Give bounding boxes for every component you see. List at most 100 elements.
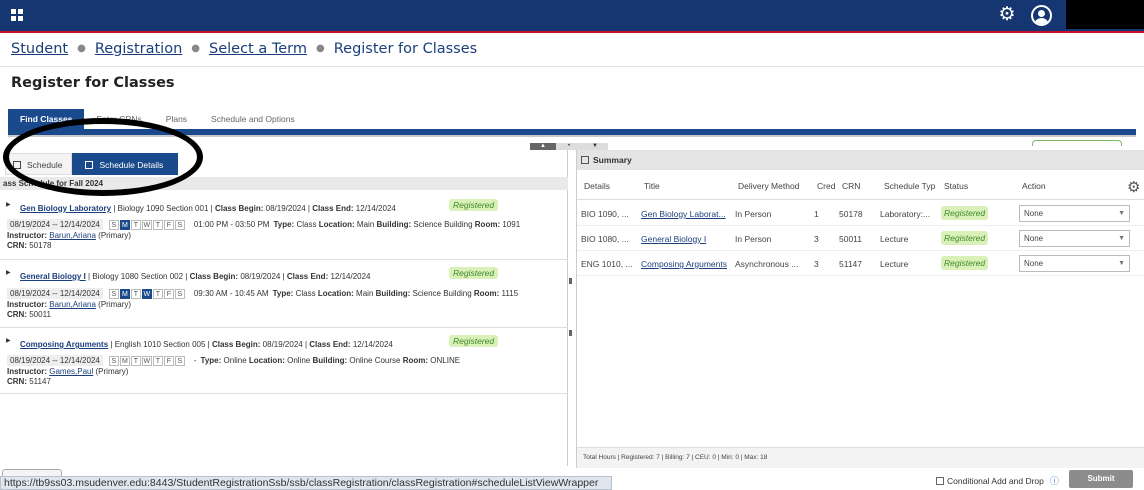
room-label: Room:	[474, 220, 501, 229]
instructor-link[interactable]: Games,Paul	[49, 367, 93, 376]
row-details: BIO 1090, ...	[581, 209, 629, 219]
section-meta: | Biology 1090 Section 001 |	[113, 204, 213, 213]
row-title-link[interactable]: Composing Arguments	[641, 259, 727, 269]
meeting-days: SMTWTFS	[108, 219, 186, 230]
summary-row: BIO 1080, ... General Biology I In Perso…	[577, 226, 1144, 251]
splitter-down-icon[interactable]: ▼	[582, 143, 608, 150]
expand-arrow-icon[interactable]: ▶	[6, 269, 11, 276]
type-value: Class	[296, 220, 317, 229]
gear-icon[interactable]: ⚙	[1127, 178, 1140, 196]
row-credits: 3	[814, 234, 819, 244]
section-title-link[interactable]: Composing Arguments	[20, 340, 108, 349]
location-value: Online	[287, 356, 311, 365]
row-status-badge: Registered	[941, 206, 989, 220]
chevron-down-icon: ▼	[1118, 235, 1125, 242]
column-crn[interactable]: CRN	[842, 181, 860, 191]
action-select[interactable]: None ▼	[1019, 205, 1130, 222]
splitter-middle-icon[interactable]: •	[556, 143, 582, 150]
expand-arrow-icon[interactable]: ▶	[6, 201, 11, 208]
crn-value: 51147	[29, 377, 51, 386]
instructor-label: Instructor:	[7, 367, 47, 376]
column-action[interactable]: Action	[1022, 181, 1046, 191]
crn-value: 50178	[29, 241, 52, 250]
tab-schedule-options[interactable]: Schedule and Options	[199, 109, 307, 129]
building-value: Online Course	[349, 356, 401, 365]
gear-icon[interactable]: ⚙	[998, 5, 1016, 24]
day-6: S	[174, 219, 185, 230]
column-delivery-method[interactable]: Delivery Method	[738, 181, 799, 191]
instructor-link[interactable]: Barun,Ariana	[49, 300, 96, 309]
meeting-time: 09:30 AM - 10:45 AM	[193, 289, 269, 298]
instructor-line: Instructor: Barun,Ariana (Primary)	[7, 231, 131, 240]
row-title-link[interactable]: Gen Biology Laborat...	[641, 209, 726, 219]
meeting-dates: 08/19/2024 -- 12/14/2024	[7, 288, 103, 299]
day-4: T	[152, 219, 163, 230]
collapsed-panel-tab[interactable]	[1032, 140, 1122, 146]
room-value: ONLINE	[430, 356, 461, 365]
class-end-label: Class End:	[312, 204, 354, 213]
meeting-line: 08/19/2024 -- 12/14/2024 SMTWTFS 09:30 A…	[7, 288, 518, 299]
section-meta: | Biology 1080 Section 002 |	[88, 272, 188, 281]
instructor-role: (Primary)	[98, 231, 132, 240]
class-begin-value: 08/19/2024	[240, 272, 281, 281]
day-2: T	[130, 288, 141, 299]
building-label: Building:	[376, 220, 412, 229]
top-navigation-bar: ⚙	[0, 0, 1144, 33]
crn-label: CRN:	[7, 241, 27, 250]
conditional-checkbox[interactable]	[936, 476, 944, 485]
location-value: Main	[356, 289, 374, 298]
breadcrumb-select-term[interactable]: Select a Term	[209, 41, 307, 57]
section-title-link[interactable]: Gen Biology Laboratory	[20, 204, 111, 213]
column-credits[interactable]: Cred	[817, 181, 835, 191]
day-4: T	[152, 288, 163, 299]
splitter-up-icon[interactable]: ▲	[530, 143, 556, 150]
column-title[interactable]: Title	[644, 181, 660, 191]
summary-title: Summary	[593, 155, 632, 165]
room-label: Room:	[473, 289, 500, 298]
instructor-link[interactable]: Barun,Ariana	[49, 231, 96, 240]
submit-button[interactable]: Submit	[1069, 470, 1133, 488]
day-1: M	[119, 355, 130, 366]
divider	[0, 66, 1144, 67]
schedule-section: ▶ Composing Arguments | English 1010 Sec…	[0, 328, 568, 394]
summary-header: Summary	[577, 150, 1144, 170]
highlight-circle-annotation	[3, 118, 203, 196]
expand-arrow-icon[interactable]: ▶	[6, 337, 11, 344]
day-3: W	[141, 355, 152, 366]
column-status[interactable]: Status	[944, 181, 968, 191]
chevron-down-icon: ▼	[1118, 210, 1125, 217]
page-title: Register for Classes	[11, 75, 175, 91]
breadcrumb-registration[interactable]: Registration	[95, 41, 182, 57]
column-schedule-type[interactable]: Schedule Typ	[884, 181, 935, 191]
type-label: Type:	[273, 220, 295, 229]
section-meta: | English 1010 Section 005 |	[110, 340, 210, 349]
building-label: Building:	[375, 289, 411, 298]
status-badge: Registered	[449, 335, 499, 347]
user-icon[interactable]	[1031, 5, 1052, 26]
instructor-role: (Primary)	[95, 367, 129, 376]
info-icon[interactable]: ⓘ	[1050, 474, 1059, 487]
building-value: Science Building	[413, 220, 473, 229]
meeting-time: 01:00 PM - 03:50 PM	[193, 220, 270, 229]
action-select[interactable]: None ▼	[1019, 255, 1130, 272]
summary-row: ENG 1010, ... Composing Arguments Asynch…	[577, 251, 1144, 276]
chevron-down-icon: ▼	[1118, 260, 1125, 267]
panel-divider-handle[interactable]	[568, 270, 573, 340]
conditional-add-drop[interactable]: Conditional Add and Drop ⓘ	[936, 474, 1059, 487]
row-status-badge: Registered	[941, 256, 989, 270]
meeting-dates: 08/19/2024 -- 12/14/2024	[7, 355, 103, 366]
row-title-link[interactable]: General Biology I	[641, 234, 706, 244]
breadcrumb-student[interactable]: Student	[11, 41, 68, 57]
column-details[interactable]: Details	[584, 181, 610, 191]
section-title-link[interactable]: General Biology I	[20, 272, 86, 281]
class-begin-label: Class Begin:	[214, 204, 264, 213]
divider-grip-icon	[569, 278, 572, 284]
breadcrumb: Student ● Registration ● Select a Term ● Regis…	[11, 41, 477, 57]
class-end-value: 12/14/2024	[355, 204, 396, 213]
status-badge: Registered	[449, 199, 499, 211]
day-0: S	[108, 288, 119, 299]
grid-menu-icon[interactable]	[11, 9, 23, 21]
location-label: Location:	[248, 356, 285, 365]
action-select[interactable]: None ▼	[1019, 230, 1130, 247]
row-crn: 50178	[839, 209, 863, 219]
